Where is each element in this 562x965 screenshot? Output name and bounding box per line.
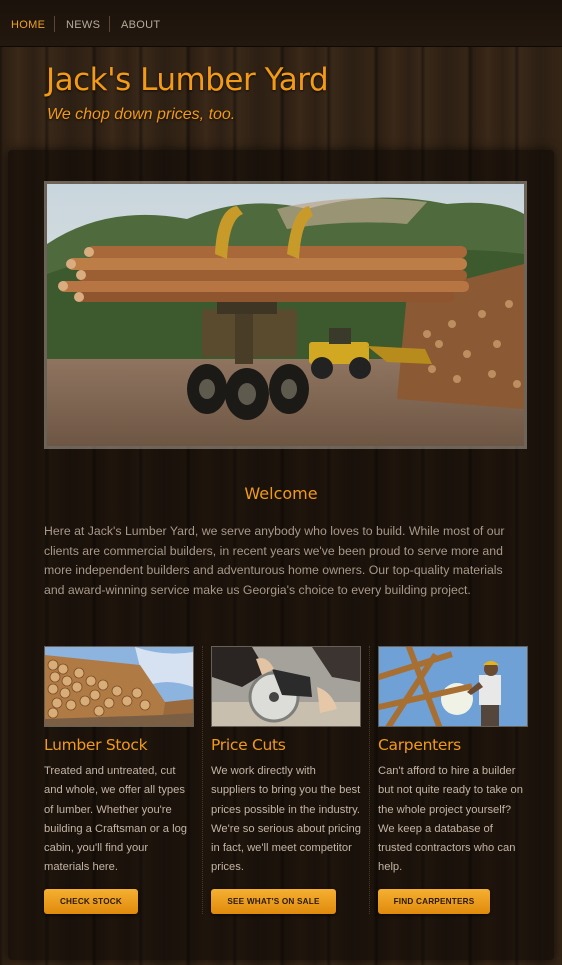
nav-separator xyxy=(54,16,55,32)
nav-home-link[interactable]: HOME xyxy=(11,19,45,31)
carpenter-framing-illustration xyxy=(379,647,527,726)
column-divider xyxy=(369,646,370,914)
log-loader-illustration xyxy=(47,184,524,446)
see-sale-button[interactable]: SEE WHAT'S ON SALE xyxy=(211,889,336,914)
carpenters-image xyxy=(378,646,528,727)
lumber-stock-title: Lumber Stock xyxy=(44,736,148,754)
nav-news-link[interactable]: NEWS xyxy=(66,19,100,31)
check-stock-button[interactable]: CHECK STOCK xyxy=(44,889,138,914)
stacked-logs-illustration xyxy=(45,647,193,726)
find-carpenters-button[interactable]: FIND CARPENTERS xyxy=(378,889,490,914)
column-divider xyxy=(202,646,203,914)
top-nav: HOME NEWS ABOUT xyxy=(0,0,562,47)
welcome-text: Here at Jack's Lumber Yard, we serve any… xyxy=(44,524,505,597)
price-cuts-image xyxy=(211,646,361,727)
circular-saw-illustration xyxy=(212,647,360,726)
price-cuts-text: We work directly with suppliers to bring… xyxy=(211,765,361,874)
carpenters-title: Carpenters xyxy=(378,736,461,754)
feature-price-cuts: Price Cuts We work directly with supplie… xyxy=(211,646,363,878)
hero-image xyxy=(44,181,527,449)
site-title: Jack's Lumber Yard xyxy=(46,62,329,98)
feature-lumber-stock: Lumber Stock Treated and untreated, cut … xyxy=(44,646,196,878)
nav-about-link[interactable]: ABOUT xyxy=(121,19,160,31)
welcome-heading: Welcome xyxy=(244,484,318,503)
price-cuts-title: Price Cuts xyxy=(211,736,286,754)
lumber-stock-text: Treated and untreated, cut and whole, we… xyxy=(44,765,188,874)
feature-carpenters: Carpenters Can't afford to hire a builde… xyxy=(378,646,530,878)
site-tagline: We chop down prices, too. xyxy=(47,106,236,123)
nav-separator xyxy=(109,16,110,32)
carpenters-text: Can't afford to hire a builder but not q… xyxy=(378,765,523,874)
lumber-stock-image xyxy=(44,646,194,727)
